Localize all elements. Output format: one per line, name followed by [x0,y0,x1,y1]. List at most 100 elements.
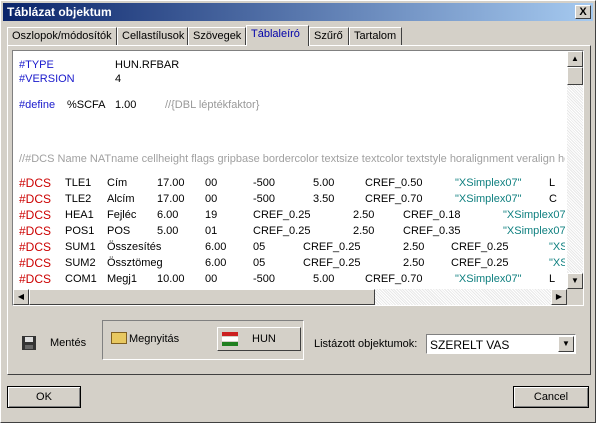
dcs-cell: CREF_0.18 [403,209,461,221]
save-label: Mentés [50,337,87,349]
dcs-cell: 5.00 [313,177,335,189]
dcs-cell: CREF_0.25 [451,257,509,269]
dcs-cell: Alcím [107,193,135,205]
dcs-keyword: #DCS [19,224,52,238]
dcs-cell: 2.50 [403,241,425,253]
dcs-cell: Össztömeg [107,257,163,269]
window-title: Táblázat objektum [7,5,112,19]
dcs-cell: 5.00 [313,273,335,285]
dcs-cell: POS1 [65,225,95,237]
hun-language-button[interactable]: HUN [217,327,301,351]
dcs-keyword: #DCS [19,208,52,222]
dcs-cell: 05 [253,241,266,253]
dcs-cell: "XSimplex07" [455,273,522,285]
open-label: Megnyitás [129,333,180,345]
scroll-right-icon[interactable]: ▶ [551,289,567,305]
define-name: %SCFA [67,99,106,111]
scroll-corner [567,289,583,305]
code-editor[interactable]: #TYPE HUN.RFBAR #VERSION 4 #define %SCFA… [12,50,584,306]
dcs-keyword: #DCS [19,240,52,254]
chevron-down-icon[interactable]: ▼ [558,336,574,352]
version-value: 4 [115,73,122,85]
dcs-cell: -500 [253,177,276,189]
dcs-keyword: #DCS [19,272,52,286]
dcs-cell: "XSimplex07" [455,177,522,189]
dcs-cell: POS [107,225,131,237]
dcs-cell: 19 [205,209,218,221]
dcs-cell: 5.00 [157,225,179,237]
floppy-disk-icon[interactable] [22,336,36,350]
dcs-cell: L [549,273,556,285]
title-bar: Táblázat objektum X [3,3,593,21]
dcs-cell: Cím [107,177,128,189]
tab-panel: #TYPE HUN.RFBAR #VERSION 4 #define %SCFA… [7,45,591,375]
dcs-keyword: #DCS [19,256,52,270]
dcs-cell: CREF_0.25 [303,257,361,269]
dcs-cell: Fejléc [107,209,137,221]
hun-label: HUN [252,333,276,345]
dcs-cell: CREF_0.50 [365,177,423,189]
code-area[interactable]: #TYPE HUN.RFBAR #VERSION 4 #define %SCFA… [15,53,565,289]
dcs-cell: 2.50 [353,225,375,237]
tab-columns[interactable]: Oszlopok/módosítók [7,27,117,45]
dcs-cell: Összesítés [107,241,162,253]
dcs-cell: CREF_0.25 [253,209,311,221]
define-comment: //{DBL léptékfaktor} [165,99,260,111]
vertical-scroll-thumb[interactable] [567,67,583,85]
scroll-up-icon[interactable]: ▲ [567,51,583,67]
hungarian-flag-icon [222,332,238,346]
tab-table-descriptor[interactable]: Táblaleíró [246,25,309,46]
dcs-cell: 00 [205,273,218,285]
dcs-cell: SUM2 [65,257,96,269]
cancel-button[interactable]: Cancel [513,386,589,408]
horizontal-scrollbar[interactable]: ◀ ▶ [13,289,567,305]
listed-objects-select[interactable]: SZERELT VAS ▼ [426,334,576,354]
dcs-keyword: #DCS [19,192,52,206]
dcs-cell: CREF_0.70 [365,193,423,205]
dcs-cell: 17.00 [157,193,185,205]
dcs-cell: "XSimplex07" [503,225,565,237]
dcs-cell: "XSimplex07" [455,193,522,205]
folder-open-icon [111,332,127,344]
dcs-cell: 17.00 [157,177,185,189]
dcs-cell: "XS [549,257,565,269]
define-value: 1.00 [115,99,137,111]
dcs-cell: 00 [205,177,218,189]
open-groupbox: Megnyitás HUN [102,320,304,360]
code-line-comment: //#DCS Name NATname cellheight flags gri… [19,153,565,165]
dcs-cell: CREF_0.35 [403,225,461,237]
dcs-cell: 3.50 [313,193,335,205]
ok-button[interactable]: OK [7,386,81,408]
dcs-cell: -500 [253,273,276,285]
save-control[interactable]: Mentés [22,334,102,354]
dcs-cell: 6.00 [205,241,227,253]
dcs-cell: HEA1 [65,209,94,221]
dcs-cell: Megj1 [107,273,137,285]
dcs-cell: 2.50 [403,257,425,269]
tab-cell-styles[interactable]: Cellastílusok [117,27,188,45]
dcs-cell: SUM1 [65,241,96,253]
vertical-scrollbar[interactable]: ▲ ▼ [567,51,583,289]
type-keyword: #TYPE [19,59,54,71]
dialog-window: Táblázat objektum X Oszlopok/módosítók C… [0,0,596,423]
tab-filter[interactable]: Szűrő [309,27,349,45]
horizontal-scroll-thumb[interactable] [29,289,375,305]
dcs-cell: TLE2 [65,193,92,205]
dcs-cell: 6.00 [157,209,179,221]
tab-texts[interactable]: Szövegek [188,27,246,45]
dcs-cell: CREF_0.70 [365,273,423,285]
define-keyword: #define [19,99,56,111]
dcs-cell: L [549,177,556,189]
close-button[interactable]: X [575,5,591,19]
scroll-down-icon[interactable]: ▼ [567,273,583,289]
dcs-cell: -500 [253,193,276,205]
tab-content[interactable]: Tartalom [349,27,402,45]
type-value: HUN.RFBAR [115,59,180,71]
listed-objects-value: SZERELT VAS [430,338,510,352]
dcs-keyword: #DCS [19,176,52,190]
dcs-cell: TLE1 [65,177,92,189]
scroll-left-icon[interactable]: ◀ [13,289,29,305]
listed-objects-label: Listázott objektumok: [314,338,418,350]
open-button[interactable]: Megnyitás [111,329,201,349]
dcs-cell: COM1 [65,273,97,285]
